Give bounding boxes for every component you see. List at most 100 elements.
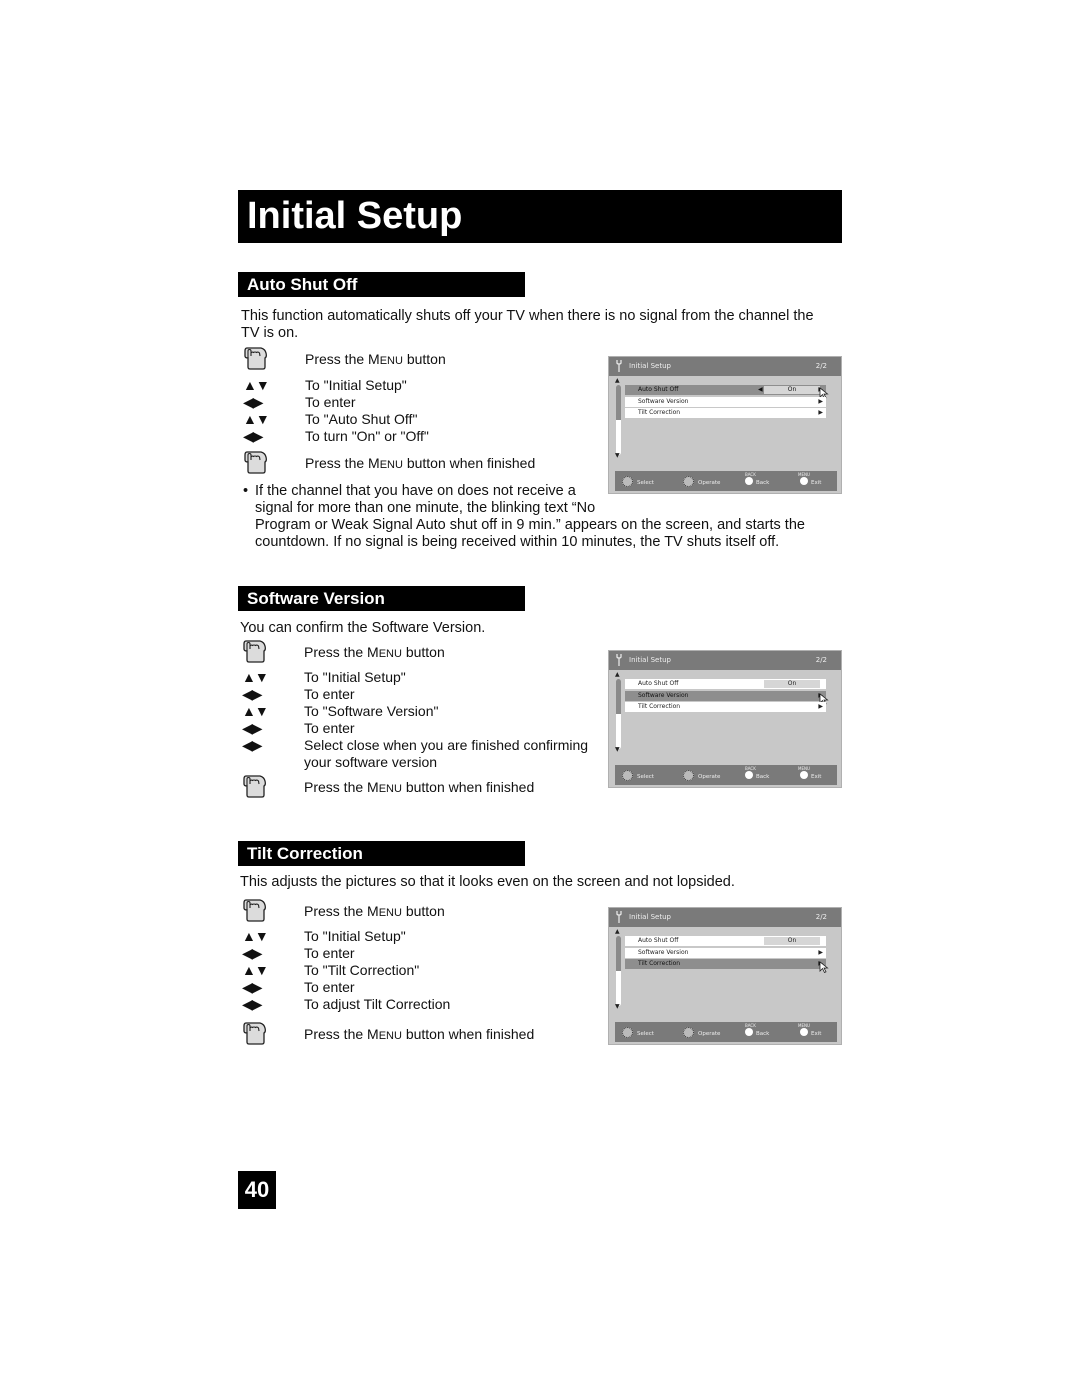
auto-shut-off-value: On <box>764 386 820 394</box>
auto-shut-off-steps: Press the MENU button ▲▼ To "Initial Setup… <box>241 347 601 478</box>
step-text-continued: your software version <box>304 754 438 770</box>
up-down-arrows-icon: ▲▼ <box>243 377 270 393</box>
tv-menu-title: Initial Setup <box>629 656 671 664</box>
menu-button-hand-icon <box>241 1020 267 1046</box>
up-down-arrows-icon: ▲▼ <box>242 962 269 978</box>
right-arrow-icon: ▶ <box>818 397 823 405</box>
auto-shut-off-intro-line2: TV is on. <box>241 325 299 341</box>
step-text: To "Initial Setup" <box>305 377 407 393</box>
step-text: Press the MENU button when finished <box>304 1026 534 1045</box>
tilt-correction-intro: This adjusts the pictures so that it loo… <box>240 874 735 890</box>
auto-shut-off-intro-line1: This function automatically shuts off yo… <box>241 308 814 324</box>
pointer-cursor-icon <box>819 384 829 400</box>
step-text: To "Tilt Correction" <box>304 962 420 978</box>
left-right-arrows-icon: ◀▶ <box>243 394 264 410</box>
tv-menu-screen-software-version: Initial Setup 2/2 ▲ ▼ Auto Shut Off On Softwar… <box>608 650 842 788</box>
step-text-part: Press the M <box>304 903 379 919</box>
tv-scrollbar <box>616 679 621 749</box>
left-right-arrows-icon: ◀▶ <box>243 428 264 444</box>
operate-dpad-icon <box>683 1027 694 1038</box>
footer-exit-label: Exit <box>811 774 822 780</box>
tv-menu-title: Initial Setup <box>629 362 671 370</box>
step-text-part: Press the M <box>305 351 380 367</box>
page-number: 40 <box>238 1171 276 1209</box>
operate-dpad-icon <box>683 476 694 487</box>
step-text-part: button when finished <box>401 779 535 795</box>
step-text: To enter <box>304 945 355 961</box>
wrench-icon <box>616 360 622 373</box>
step-text-part: ENU <box>378 1030 402 1042</box>
step-text: To enter <box>304 686 355 702</box>
footer-operate-label: Operate <box>698 774 721 780</box>
tv-menu-header: Initial Setup 2/2 <box>609 908 841 927</box>
step-text-part: ENU <box>379 459 403 471</box>
up-down-arrows-icon: ▲▼ <box>242 928 269 944</box>
up-down-arrows-icon: ▲▼ <box>242 669 269 685</box>
step-text-part: ENU <box>378 907 402 919</box>
exit-button-icon <box>800 771 808 779</box>
tv-scrollbar <box>616 936 621 1006</box>
back-button-icon <box>745 1028 753 1036</box>
scrollbar-thumb <box>616 936 621 971</box>
step-text: To enter <box>305 394 356 410</box>
tv-menu-item: Tilt Correction▶ <box>625 959 826 969</box>
footer-back-label: Back <box>756 1031 770 1037</box>
left-right-arrows-icon: ◀▶ <box>242 720 263 736</box>
footer-operate-label: Operate <box>698 1031 721 1037</box>
pointer-cursor-icon <box>819 958 829 974</box>
note-line1: If the channel that you have on does not… <box>255 483 576 499</box>
software-version-intro: You can confirm the Software Version. <box>240 620 486 636</box>
step-text: To turn "On" or "Off" <box>305 428 429 444</box>
tv-menu-item-label: Tilt Correction <box>638 703 681 710</box>
step-text: To "Software Version" <box>304 703 439 719</box>
footer-select-label: Select <box>637 1031 654 1037</box>
scroll-down-icon: ▼ <box>615 452 620 459</box>
tv-menu-item: Software Version▶ <box>625 690 826 701</box>
exit-button-icon <box>800 1028 808 1036</box>
wrench-icon <box>616 911 622 924</box>
wrench-icon <box>616 654 622 667</box>
right-arrow-icon: ▶ <box>818 948 823 956</box>
tv-scrollbar <box>616 385 621 455</box>
scrollbar-thumb <box>616 679 621 714</box>
right-arrow-icon: ▶ <box>818 409 823 416</box>
left-right-arrows-icon: ◀▶ <box>242 945 263 961</box>
software-version-steps: Press the MENU button ▲▼ To "Initial Setup… <box>240 638 605 801</box>
step-text: Press the MENU button when finished <box>305 455 535 474</box>
footer-back-label: Back <box>756 774 770 780</box>
tv-menu-item-label: Software Version <box>638 397 689 405</box>
tv-menu-item: Software Version ▶ <box>625 396 826 407</box>
step-text-part: Press the M <box>304 644 379 660</box>
step-text-part: button <box>401 644 445 660</box>
right-arrow-icon: ▶ <box>818 703 823 710</box>
step-text-part: button <box>401 903 445 919</box>
tv-menu-item: Auto Shut Off On <box>625 679 826 689</box>
step-text: Select close when you are finished confi… <box>304 737 589 753</box>
tv-menu-item: Auto Shut Off On <box>625 936 826 946</box>
tv-menu-item-label: Auto Shut Off <box>638 937 679 944</box>
step-text-part: button when finished <box>401 1026 535 1042</box>
tv-menu-footer: Select Operate BACK Back MENU Exit <box>615 765 837 785</box>
left-right-arrows-icon: ◀▶ <box>242 996 263 1012</box>
step-text-part: button when finished <box>402 455 536 471</box>
menu-button-hand-icon <box>241 638 267 664</box>
tv-menu-item-label: Tilt Correction <box>638 960 681 967</box>
select-dpad-icon <box>622 476 633 487</box>
page-title: Initial Setup <box>238 190 842 243</box>
tv-menu-item-label: Software Version <box>638 691 689 699</box>
tv-menu-page: 2/2 <box>815 362 827 370</box>
footer-exit-label: Exit <box>811 480 822 486</box>
section-title-auto-shut-off: Auto Shut Off <box>238 272 525 297</box>
step-text: Press the MENU button <box>305 351 446 370</box>
step-text: Press the MENU button when finished <box>304 779 534 798</box>
tv-menu-item: Tilt Correction ▶ <box>625 702 826 712</box>
footer-select-label: Select <box>637 774 654 780</box>
tv-menu-footer: Select Operate BACK Back MENU Exit <box>615 471 837 491</box>
auto-shut-off-value: On <box>764 937 820 945</box>
up-down-arrows-icon: ▲▼ <box>243 411 270 427</box>
section-title-tilt-correction: Tilt Correction <box>238 841 525 866</box>
left-arrow-icon: ◀ <box>758 386 763 393</box>
tv-menu-item: Software Version▶ <box>625 947 826 958</box>
tv-menu-screen-tilt-correction: Initial Setup 2/2 ▲ ▼ Auto Shut Off On Softwar… <box>608 907 842 1045</box>
back-button-icon <box>745 771 753 779</box>
